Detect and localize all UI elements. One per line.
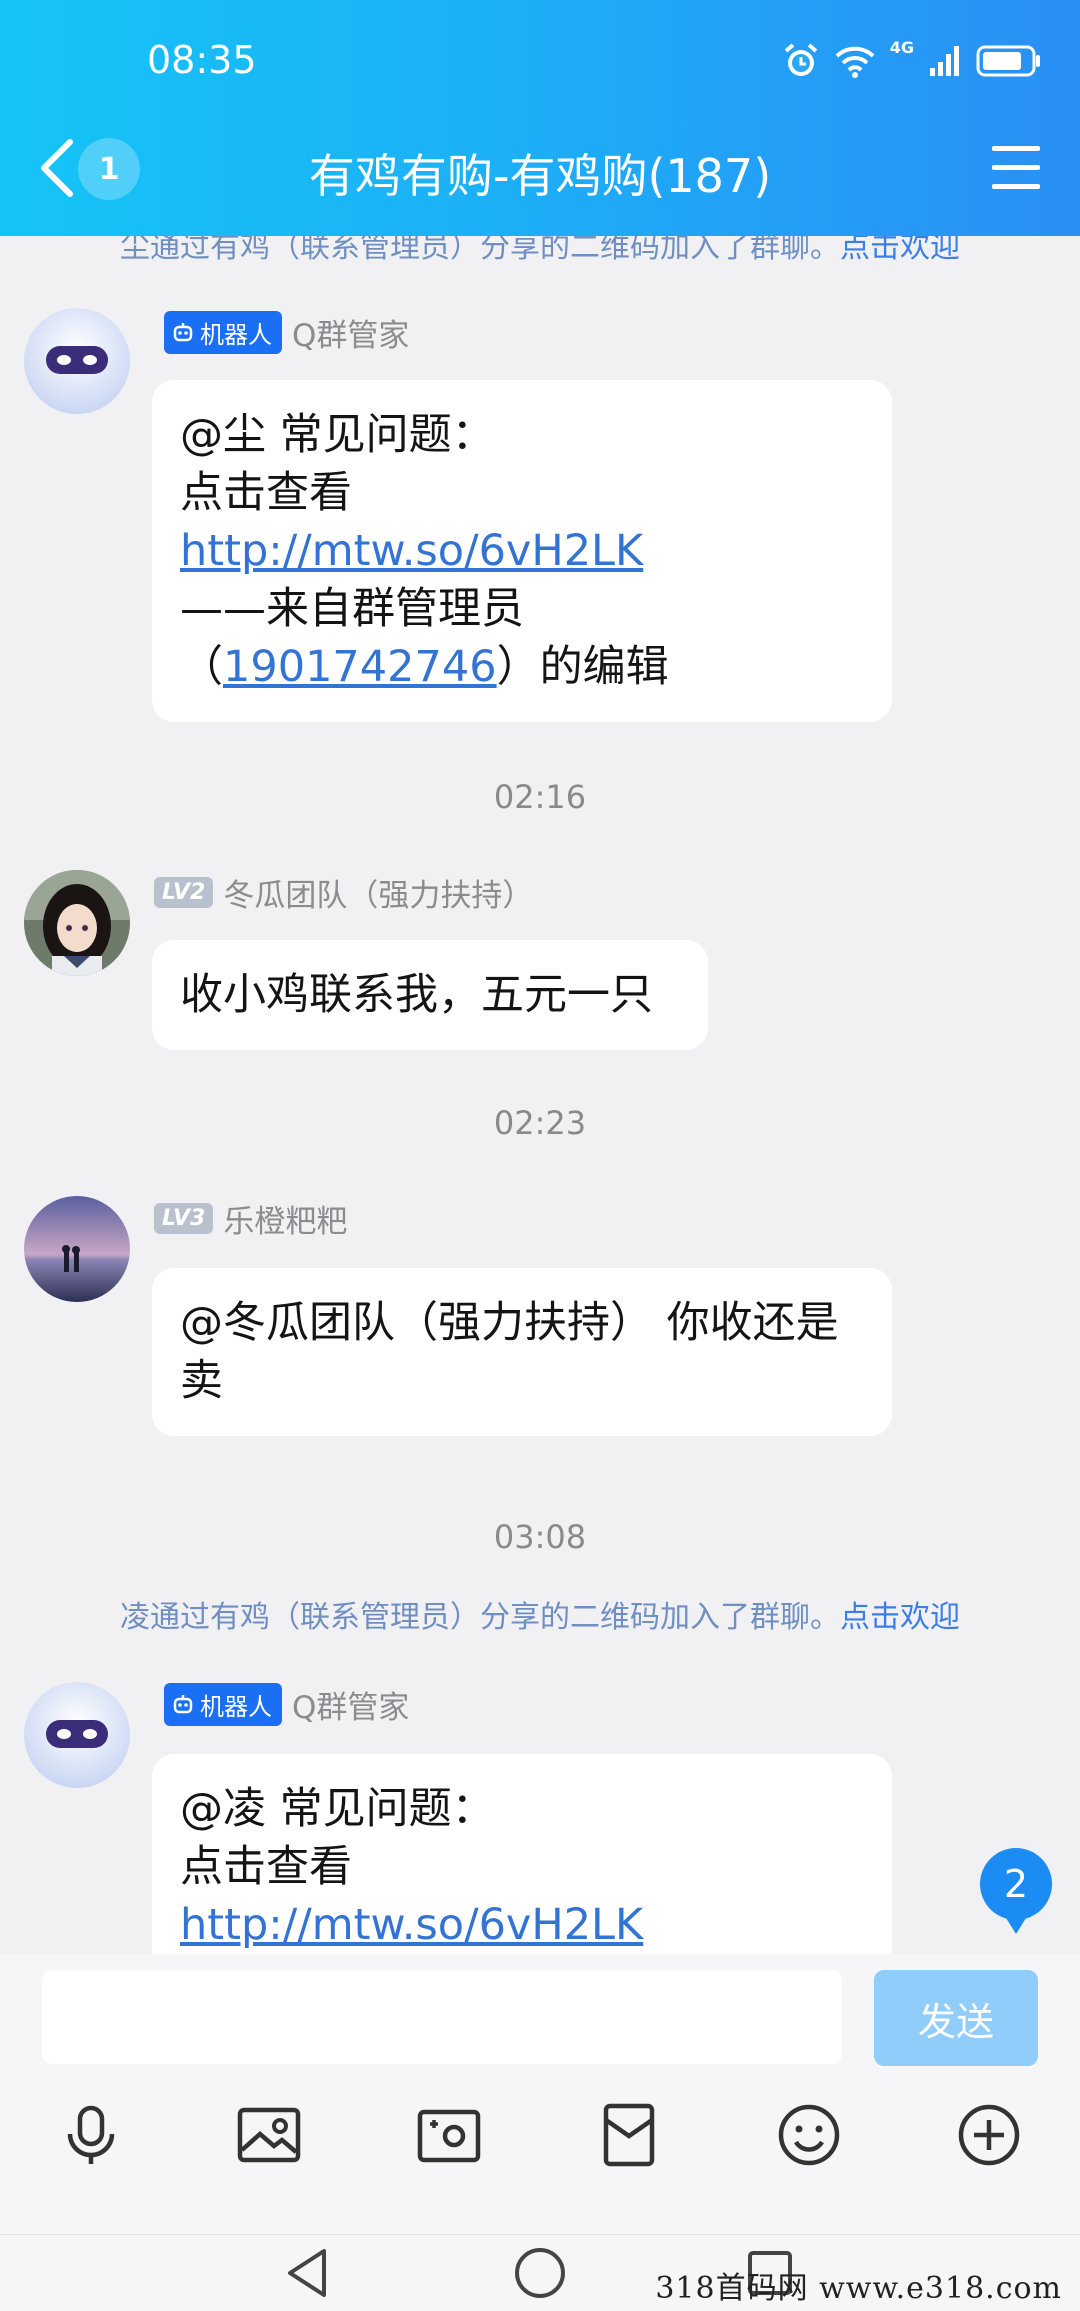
- input-area: 发送: [0, 1954, 1080, 2234]
- nav-back-icon[interactable]: [278, 2243, 338, 2303]
- robot-icon: [173, 1695, 193, 1714]
- message-line: @尘 常见问题：: [180, 410, 495, 460]
- system-message-text: 凌通过有鸡（联系管理员）分享的二维码加入了群聊。: [120, 1600, 840, 1635]
- nav-home-icon[interactable]: [510, 2243, 570, 2303]
- alarm-icon: [784, 43, 818, 76]
- wifi-icon: [835, 46, 875, 78]
- emoji-icon[interactable]: [774, 2100, 844, 2170]
- system-navigation-bar: 318首码网 www.e318.com: [0, 2234, 1080, 2311]
- message-text: @冬瓜团队（强力扶持） 你收还是卖: [180, 1298, 839, 1406]
- avatar-user[interactable]: [24, 1196, 130, 1302]
- watermark-text: 318首码网 www.e318.com: [655, 2271, 1062, 2306]
- chat-header: 08:35 4G 1 有鸡有购-有鸡购(187): [0, 0, 1080, 236]
- sender-name: Q群管家: [292, 1689, 410, 1726]
- message-line: 点击查看: [180, 1842, 352, 1892]
- sender-row: 机器人 Q群管家: [164, 1682, 409, 1726]
- level-badge: LV2: [154, 876, 214, 908]
- message-line: 点击查看: [180, 468, 352, 518]
- system-message: 凌通过有鸡（联系管理员）分享的二维码加入了群聊。点击欢迎: [0, 1592, 1080, 1636]
- sender-row: 机器人 Q群管家: [164, 310, 409, 354]
- red-packet-icon[interactable]: [594, 2100, 664, 2170]
- robot-badge: 机器人: [164, 310, 282, 354]
- welcome-link[interactable]: 点击欢迎: [840, 1600, 960, 1635]
- group-title[interactable]: 有鸡有购-有鸡购(187): [0, 140, 1080, 206]
- menu-button[interactable]: [992, 146, 1040, 190]
- sender-name: 乐橙粑粑: [223, 1203, 348, 1240]
- network-label: 4G: [889, 38, 914, 57]
- sender-row: LV3 乐橙粑粑: [154, 1196, 347, 1240]
- robot-badge: 机器人: [164, 1682, 282, 1726]
- message-line: @凌 常见问题：: [180, 1784, 495, 1834]
- status-time: 08:35: [147, 38, 257, 82]
- timestamp: 02:16: [493, 778, 587, 816]
- message-link[interactable]: http://mtw.so/6vH2LK: [180, 526, 643, 576]
- level-badge: LV3: [154, 1202, 214, 1234]
- system-message: 尘通过有鸡（联系管理员）分享的二维码加入了群聊。点击欢迎: [0, 236, 1080, 266]
- avatar-bot[interactable]: [24, 308, 130, 414]
- battery-icon: [976, 45, 1040, 77]
- system-message-text: 尘通过有鸡（联系管理员）分享的二维码加入了群聊。: [120, 236, 840, 265]
- image-icon[interactable]: [234, 2100, 304, 2170]
- plus-icon[interactable]: [954, 2100, 1024, 2170]
- message-bubble[interactable]: @冬瓜团队（强力扶持） 你收还是卖: [152, 1268, 892, 1436]
- new-message-count-badge[interactable]: 2: [980, 1848, 1052, 1934]
- avatar-user[interactable]: [24, 870, 130, 976]
- message-line: ——来自群管理员: [180, 584, 524, 634]
- message-bubble[interactable]: @凌 常见问题： 点击查看 http://mtw.so/6vH2LK: [152, 1754, 892, 1954]
- editor-id-link[interactable]: 1901742746: [223, 642, 497, 692]
- welcome-link[interactable]: 点击欢迎: [840, 236, 960, 265]
- timestamp: 02:23: [493, 1104, 587, 1142]
- timestamp: 03:08: [493, 1518, 587, 1556]
- message-text: 收小鸡联系我，五元一只: [180, 970, 653, 1020]
- avatar-bot[interactable]: [24, 1682, 130, 1788]
- robot-icon: [173, 323, 193, 342]
- message-link[interactable]: http://mtw.so/6vH2LK: [180, 1900, 643, 1950]
- status-icons: 4G: [782, 38, 1042, 84]
- camera-icon[interactable]: [414, 2100, 484, 2170]
- send-button[interactable]: 发送: [874, 1970, 1038, 2066]
- sender-name: 冬瓜团队（强力扶持）: [223, 877, 534, 914]
- message-bubble[interactable]: 收小鸡联系我，五元一只: [152, 940, 708, 1050]
- chat-area[interactable]: 尘通过有鸡（联系管理员）分享的二维码加入了群聊。点击欢迎 机器人 Q群管家 @尘…: [0, 236, 1080, 1954]
- message-bubble[interactable]: @尘 常见问题： 点击查看 http://mtw.so/6vH2LK ——来自群…: [152, 380, 892, 722]
- signal-icon: [930, 46, 959, 76]
- microphone-icon[interactable]: [56, 2100, 126, 2170]
- sender-name: Q群管家: [292, 317, 410, 354]
- message-input[interactable]: [42, 1970, 842, 2064]
- sender-row: LV2 冬瓜团队（强力扶持）: [154, 870, 533, 914]
